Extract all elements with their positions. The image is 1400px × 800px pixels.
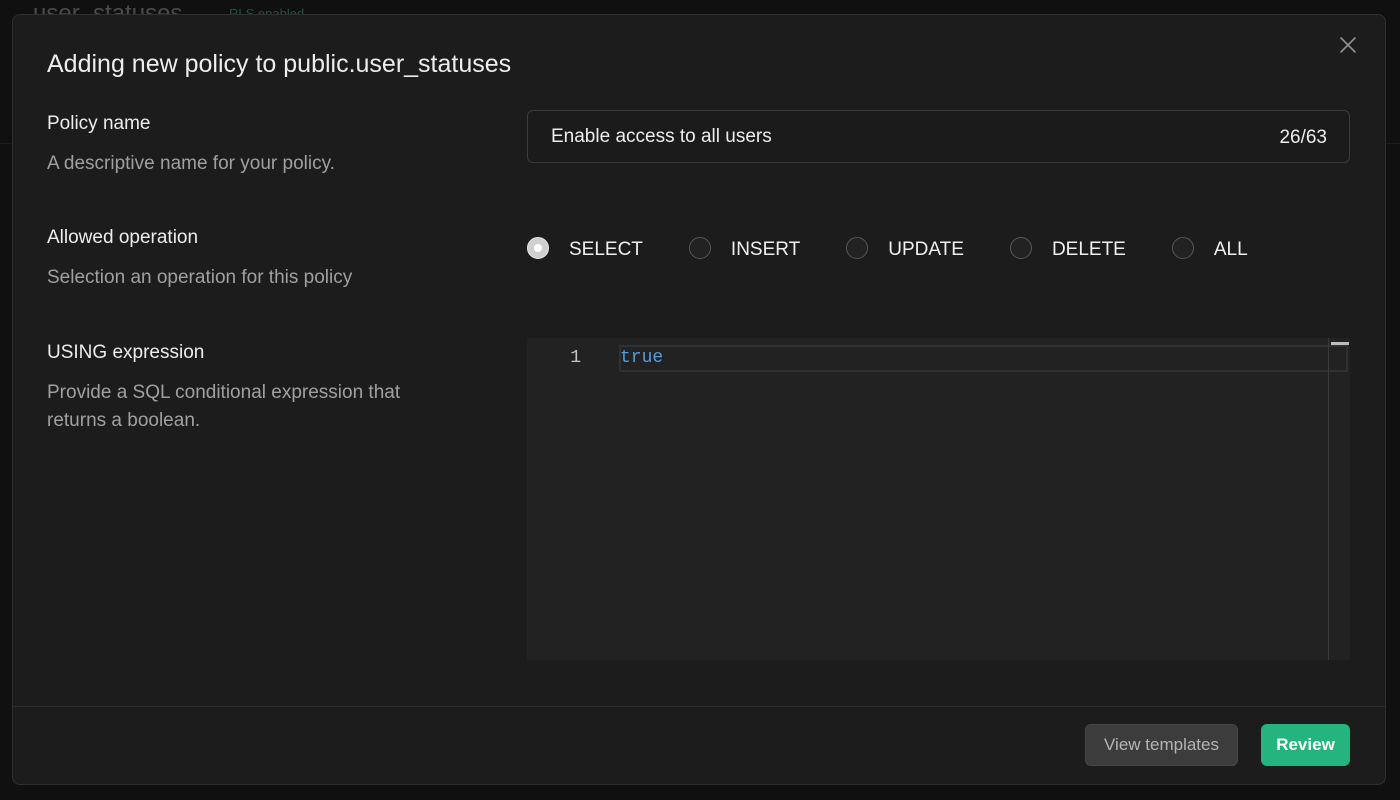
sql-code-editor[interactable]: 1 true [527, 338, 1350, 660]
policy-name-description: A descriptive name for your policy. [47, 153, 335, 174]
add-policy-modal: Adding new policy to public.user_statuse… [12, 14, 1386, 785]
operation-label-insert[interactable]: INSERT [731, 238, 800, 262]
code-line[interactable]: 1 true [527, 345, 1328, 372]
close-icon [1340, 37, 1356, 53]
operation-label-delete[interactable]: DELETE [1052, 238, 1126, 262]
editor-scrollbar[interactable] [1328, 338, 1350, 660]
policy-name-field[interactable]: 26/63 [527, 110, 1350, 163]
modal-title: Adding new policy to public.user_statuse… [47, 50, 512, 78]
scrollbar-cursor-marker [1331, 342, 1349, 345]
operation-label-update[interactable]: UPDATE [888, 238, 964, 262]
code-keyword[interactable]: true [620, 345, 663, 372]
review-button[interactable]: Review [1261, 724, 1350, 766]
update-radio-button[interactable] [846, 237, 869, 259]
character-counter: 26/63 [1279, 127, 1327, 148]
operation-label-select[interactable]: SELECT [569, 238, 643, 262]
close-button[interactable] [1339, 36, 1357, 54]
operation-option-update[interactable]: UPDATE [846, 234, 964, 262]
operation-label-all[interactable]: ALL [1214, 238, 1248, 262]
operation-option-delete[interactable]: DELETE [1009, 234, 1126, 262]
allowed-operation-label: Allowed operation [47, 227, 199, 248]
insert-radio-button[interactable] [688, 237, 711, 259]
select-radio-button[interactable] [527, 237, 549, 259]
using-expression-description: Provide a SQL conditional expression tha… [47, 382, 401, 431]
policy-name-label: Policy name [47, 113, 151, 134]
delete-radio-button[interactable] [1009, 237, 1032, 259]
operation-option-all[interactable]: ALL [1171, 234, 1248, 262]
all-radio-button[interactable] [1171, 237, 1194, 259]
using-expression-label: USING expression [47, 342, 205, 363]
footer-divider [13, 706, 1385, 707]
line-number: 1 [570, 348, 581, 368]
radio-selected-dot [534, 244, 542, 252]
policy-name-input[interactable] [551, 111, 1231, 162]
operation-option-insert[interactable]: INSERT [688, 234, 800, 262]
operation-option-select[interactable]: SELECT [527, 234, 643, 262]
view-templates-button[interactable]: View templates [1085, 724, 1238, 766]
allowed-operation-description: Selection an operation for this policy [47, 267, 353, 288]
operation-radio-group: SELECT INSERT UPDATE DELETE ALL [527, 234, 1248, 262]
